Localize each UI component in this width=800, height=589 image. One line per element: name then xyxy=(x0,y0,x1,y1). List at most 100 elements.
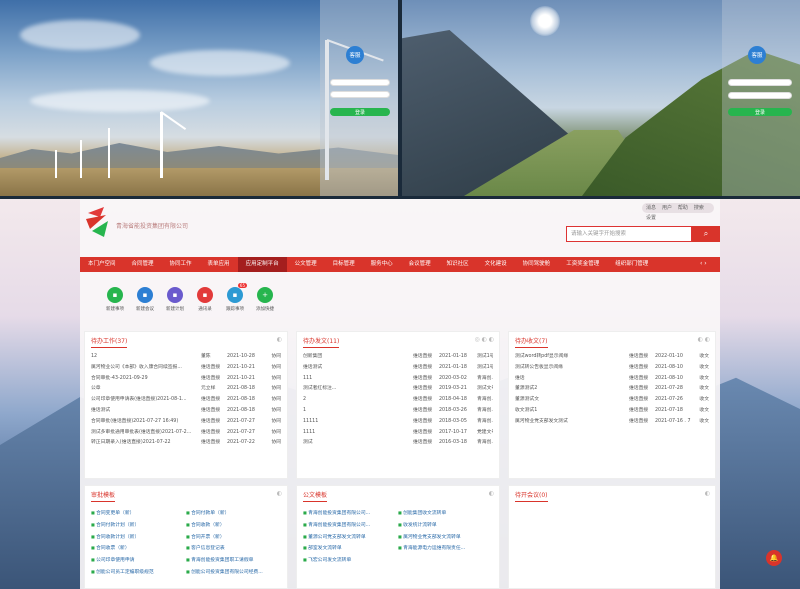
template-link[interactable]: 青海创能投资集团职工请假单 xyxy=(186,555,281,567)
login-button[interactable]: 登录 xyxy=(728,108,792,116)
cell: 维话直接 xyxy=(201,375,221,381)
refresh-icon[interactable]: ◐ xyxy=(705,490,710,497)
message-icon[interactable]: 消息 xyxy=(646,203,656,213)
nav-item[interactable]: 本门户空间 xyxy=(80,257,124,272)
cell: 维话直接 xyxy=(413,440,433,446)
list-item[interactable]: 2 维话直接 2018-04-18 青海创... xyxy=(303,395,493,406)
quick-action[interactable]: ▪ 新建计划 xyxy=(158,287,192,312)
list-item[interactable]: 测试多审批通用审批表(维话直接)2021-07-2... 维话直接 2021-07-… xyxy=(91,428,281,439)
list-item[interactable]: 合同审批-43-2021-09-29 维话直接 2021-10-21 协同 xyxy=(91,374,281,385)
list-item[interactable]: 维话测试 维话直接 2021-01-18 测试1号 xyxy=(303,363,493,374)
quick-action[interactable]: ▪ 新建会议 xyxy=(128,287,162,312)
template-link[interactable]: 合同付款单（新） xyxy=(186,508,281,520)
quick-action[interactable]: ▪ 65 跟踪事项 xyxy=(218,283,252,312)
nav-item[interactable]: 协同驾驶舱 xyxy=(515,257,559,272)
cell: 2021-08-10 xyxy=(655,375,683,381)
nav-item[interactable]: 合同管理 xyxy=(124,257,162,272)
list-item[interactable]: 属河物业公司《本部》收入康合同续签报... 维话直接 2021-10-21 协同 xyxy=(91,363,281,374)
username-input[interactable] xyxy=(330,79,390,86)
notification-bell-icon[interactable]: 🔔 xyxy=(766,550,782,566)
nav-item[interactable]: 服务中心 xyxy=(363,257,401,272)
template-link[interactable]: 属河物业党支部发文流转单 xyxy=(398,532,493,544)
quick-action[interactable]: ▪ 新建事项 xyxy=(98,287,132,312)
password-input[interactable] xyxy=(728,92,792,99)
list-item[interactable]: 董源测试2 维话直接 2021-07-28 收文 xyxy=(515,384,709,395)
nav-item[interactable]: 工资奖金管理 xyxy=(558,257,607,272)
cell: 2021-07-26 xyxy=(655,397,683,403)
template-link[interactable]: 青海创能投资集团有限公司... xyxy=(303,520,398,532)
kefu-button[interactable]: 客服 xyxy=(748,46,766,64)
list-item[interactable]: 测试者红标注... 维话直接 2019-03-21 测试文号 xyxy=(303,384,493,395)
list-item[interactable]: 12 董陈 2021-10-28 协同 xyxy=(91,352,281,363)
list-item[interactable]: 转正日期录入(维话直接)2021-07-22 维话直接 2021-07-22 协同 xyxy=(91,438,281,449)
list-item[interactable]: 属河物业党支部发文测试 维话直接 2021-07-16 . 7 收文 xyxy=(515,417,709,428)
template-link[interactable]: 青海能源电力运维有限责任... xyxy=(398,543,493,555)
search-input[interactable]: 请输入关键字开始搜索 xyxy=(566,226,692,242)
company-logo xyxy=(86,207,108,237)
list-item[interactable]: 1111 维话直接 2017-10-17 党建文号(2017)0038号 xyxy=(303,428,493,439)
gear-icon[interactable]: 设置 xyxy=(646,213,656,223)
login-button[interactable]: 登录 xyxy=(330,108,390,116)
cell: 收文 xyxy=(699,407,709,413)
refresh-icon[interactable]: ◐ xyxy=(489,490,494,497)
nav-item[interactable]: 知识社区 xyxy=(439,257,477,272)
template-link[interactable]: 合同开票（新） xyxy=(186,532,281,544)
list-item[interactable]: 测试word转pdf显示阅缘 维话直接 2022-01-10 收文 xyxy=(515,352,709,363)
template-link[interactable]: 合同收款（新） xyxy=(186,520,281,532)
template-link[interactable]: 青海创能投资集团有限公司... xyxy=(303,508,398,520)
quick-action[interactable]: ▪ 通讯录 xyxy=(188,287,222,312)
list-item[interactable]: 维话测试 维话直接 2021-08-18 协同 xyxy=(91,406,281,417)
template-link[interactable]: 合同付款计划（新） xyxy=(91,520,186,532)
template-link[interactable]: 董源公司党支部发文流转单 xyxy=(303,532,398,544)
template-link[interactable]: 合同变更单（新） xyxy=(91,508,186,520)
nav-item[interactable]: 协同工作 xyxy=(162,257,200,272)
card-meetings: 待开会议(0) ◐ xyxy=(508,485,716,589)
template-link[interactable]: 创能公司员工定编职级规范 xyxy=(91,567,186,579)
nav-item[interactable]: 目标管理 xyxy=(325,257,363,272)
nav-item[interactable]: 文化建设 xyxy=(477,257,515,272)
refresh-icon[interactable]: ◐ xyxy=(277,336,282,343)
kefu-button[interactable]: 客服 xyxy=(346,46,364,64)
search-button[interactable]: ⌕ xyxy=(692,226,720,242)
refresh-icon[interactable]: ◎ ◐ ◐ xyxy=(474,336,494,343)
search-icon[interactable]: 搜索 xyxy=(694,203,704,213)
nav-arrows[interactable]: ‹ › xyxy=(700,259,718,269)
list-item[interactable]: 合同审批(维话直接)2021-07-27 16:49) 维话直接 2021-07-2… xyxy=(91,417,281,428)
password-input[interactable] xyxy=(330,91,390,98)
template-link[interactable]: 创能公司投资集团有限公司经费... xyxy=(186,567,281,579)
template-link[interactable]: 公司印章使用申请 xyxy=(91,555,186,567)
cell: 2018-04-18 xyxy=(439,397,467,403)
template-link[interactable]: 飞宏公司发文流转单 xyxy=(303,555,398,567)
nav-item[interactable]: 会议管理 xyxy=(401,257,439,272)
list-item[interactable]: 维话 维话直接 2021-08-10 收文 xyxy=(515,374,709,385)
quick-action[interactable]: + 添加快捷 xyxy=(248,287,282,312)
template-link[interactable]: 部室发文流转单 xyxy=(303,543,398,555)
cell: 维话直接 xyxy=(413,375,433,381)
list-item[interactable]: 1 维话直接 2018-03-26 青海创... xyxy=(303,406,493,417)
template-link[interactable]: 客户信息登记表 xyxy=(186,543,281,555)
list-item[interactable]: 创新集团 维话直接 2021-01-18 测试1号 xyxy=(303,352,493,363)
refresh-icon[interactable]: ◐ ◐ xyxy=(698,336,710,343)
list-item[interactable]: 公章 元立样 2021-08-18 协同 xyxy=(91,384,281,395)
cell: 属河物业党支部发文测试 xyxy=(515,418,568,424)
list-item[interactable]: 收文测试1 维话直接 2021-07-18 收文 xyxy=(515,406,709,417)
list-item[interactable]: 公司印章使用申请表(维话直接)2021-08-1... 维话直接 2021-08-1… xyxy=(91,395,281,406)
list-item[interactable]: 测试转公告板显示阅缘 维话直接 2021-08-10 收文 xyxy=(515,363,709,374)
template-link[interactable]: 创能集团收文流转单 xyxy=(398,508,493,520)
username-input[interactable] xyxy=(728,79,792,86)
list-item[interactable]: 11111 维话直接 2018-03-05 青海创... xyxy=(303,417,493,428)
nav-item[interactable]: 表单应用 xyxy=(200,257,238,272)
list-item[interactable]: 董源测试文 维话直接 2021-07-26 收文 xyxy=(515,395,709,406)
template-link[interactable]: 收发统计流转单 xyxy=(398,520,493,532)
nav-item[interactable]: 组织部门管理 xyxy=(607,257,656,272)
avatar[interactable]: 用户 xyxy=(662,203,672,213)
refresh-icon[interactable]: ◐ xyxy=(277,490,282,497)
list-item[interactable]: 测试 维话直接 2016-03-18 青海创... xyxy=(303,438,493,449)
nav-item[interactable]: 应用定制平台 xyxy=(237,257,287,272)
template-link[interactable]: 合同收票（新） xyxy=(91,543,186,555)
template-link[interactable]: 合同收款计划（新） xyxy=(91,532,186,544)
sent-list: 创新集团 维话直接 2021-01-18 测试1号 维话测试 维话直接 2021-01-18… xyxy=(303,352,493,449)
help-icon[interactable]: 帮助 xyxy=(678,203,688,213)
list-item[interactable]: 111 维话直接 2020-03-02 青海创... xyxy=(303,374,493,385)
nav-item[interactable]: 公文管理 xyxy=(287,257,325,272)
